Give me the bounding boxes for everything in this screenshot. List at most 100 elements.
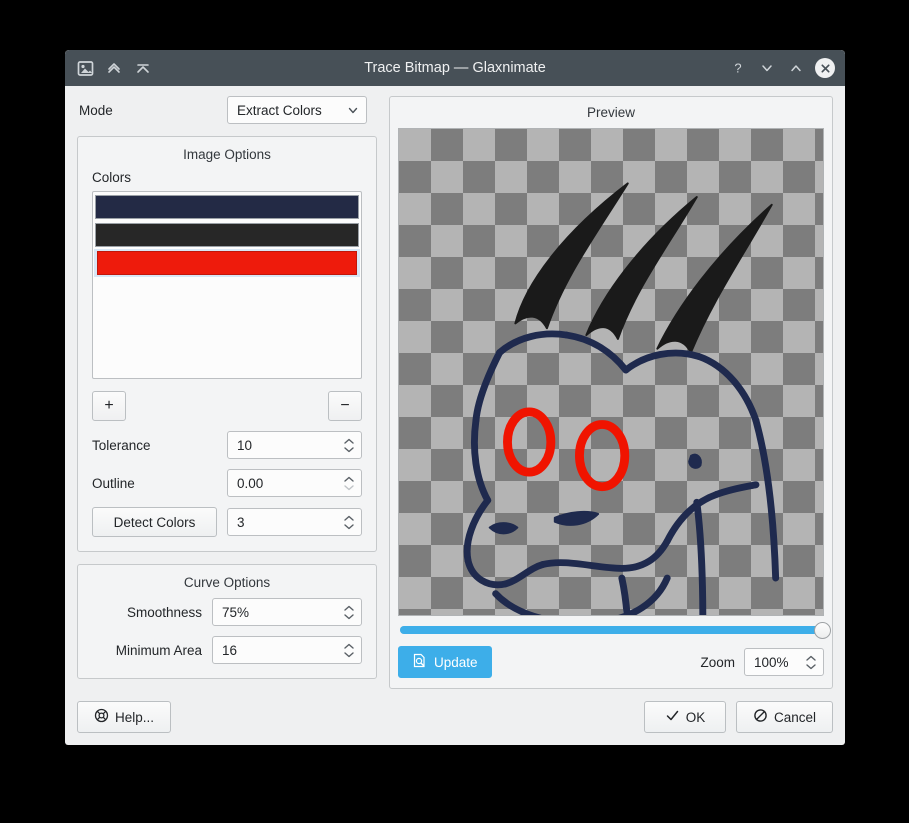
detect-colors-row: Detect Colors 3: [92, 507, 362, 537]
colors-label: Colors: [92, 170, 132, 185]
add-color-button[interactable]: +: [92, 391, 126, 421]
zoom-spinbox[interactable]: 100%: [744, 648, 824, 676]
close-x-icon[interactable]: [815, 58, 835, 78]
snout-tip: [464, 557, 509, 589]
detect-colors-spinbox[interactable]: 3: [227, 508, 362, 536]
svg-text:?: ?: [734, 61, 741, 76]
spinner-arrows-icon[interactable]: [341, 643, 357, 658]
close-button[interactable]: [813, 56, 837, 80]
progress-slider-handle[interactable]: [813, 621, 831, 639]
outline-label: Outline: [92, 475, 135, 491]
crown-mid: [622, 349, 703, 374]
detect-colors-value: 3: [237, 514, 245, 530]
neck-line-left: [618, 574, 631, 615]
cheek-scale: [688, 453, 702, 469]
dialog-body: Mode Extract Colors Image Options Colors: [65, 86, 845, 689]
mode-row: Mode Extract Colors: [77, 96, 377, 124]
outline-row: Outline 0.00: [92, 469, 362, 497]
image-options-group: Image Options Colors + − Tolerance 10 Ou…: [77, 136, 377, 552]
cheek-left: [463, 496, 492, 564]
titlebar-left-buttons: [73, 56, 155, 80]
dialog-footer: Help... OK Cancel: [65, 689, 845, 745]
outline-value: 0.00: [237, 475, 264, 491]
preview-column: Preview Update Zoom 100%: [389, 96, 833, 689]
lip-upper-left: [502, 561, 547, 588]
neck-right: [752, 417, 780, 582]
lip-upper-mid: [539, 559, 626, 572]
head-back-curve-2: [471, 417, 492, 504]
check-icon: [665, 708, 680, 726]
nostril-left: [488, 522, 519, 535]
preview-group: Preview Update Zoom 100%: [389, 96, 833, 689]
smoothness-value: 75%: [222, 604, 250, 620]
color-swatch-charcoal[interactable]: [95, 223, 359, 247]
ok-button-label: OK: [685, 709, 706, 725]
trace-bitmap-dialog: Trace Bitmap — Glaxnimate ? Mode Extract…: [65, 50, 845, 745]
eye-ring-left: [503, 407, 556, 477]
minimum-area-row: Minimum Area 16: [92, 636, 362, 664]
jaw-upper-end: [713, 481, 760, 498]
cancel-button[interactable]: Cancel: [735, 701, 833, 733]
cancel-button-label: Cancel: [773, 709, 816, 725]
spinner-arrows-icon[interactable]: [803, 655, 819, 670]
eye-ring-right: [575, 420, 630, 492]
spinner-arrows-icon[interactable]: [341, 605, 357, 620]
update-button-label: Update: [434, 654, 478, 670]
document-preview-icon: [412, 653, 427, 671]
brow-left: [496, 330, 571, 356]
ok-button[interactable]: OK: [643, 701, 726, 733]
mode-combobox-value: Extract Colors: [237, 102, 322, 118]
preview-canvas[interactable]: [398, 128, 824, 616]
list-item[interactable]: [94, 221, 360, 249]
spinner-arrows-icon[interactable]: [341, 515, 357, 530]
list-item[interactable]: [94, 249, 360, 277]
color-list-actions: + −: [92, 391, 362, 421]
remove-color-button[interactable]: −: [328, 391, 362, 421]
spinner-arrows-icon[interactable]: [341, 476, 357, 491]
progress-slider[interactable]: [400, 621, 831, 639]
neck-line-mid: [693, 498, 707, 615]
update-button[interactable]: Update: [398, 646, 492, 678]
window-titlebar[interactable]: Trace Bitmap — Glaxnimate ?: [65, 50, 845, 86]
lip-upper-right: [618, 537, 671, 572]
nostril-right: [553, 510, 600, 526]
curve-options-group: Curve Options Smoothness 75% Minimum Are…: [77, 564, 377, 679]
smoothness-row: Smoothness 75%: [92, 598, 362, 626]
progress-slider-fill: [400, 626, 822, 634]
tolerance-value: 10: [237, 437, 253, 453]
color-swatch-red[interactable]: [97, 251, 357, 275]
list-item[interactable]: [94, 193, 360, 221]
lip-lower-right: [617, 574, 671, 615]
options-column: Mode Extract Colors Image Options Colors: [77, 96, 377, 689]
help-button[interactable]: Help...: [77, 701, 172, 733]
curve-options-title: Curve Options: [183, 575, 271, 590]
zoom-group: Zoom 100%: [700, 648, 824, 676]
minimum-area-value: 16: [222, 642, 238, 658]
screen: Trace Bitmap — Glaxnimate ? Mode Extract…: [0, 0, 909, 823]
mode-label: Mode: [79, 102, 113, 118]
zoom-value: 100%: [754, 654, 789, 670]
minimize-chevron-down-icon[interactable]: [755, 56, 779, 80]
color-swatch-navy[interactable]: [95, 195, 359, 219]
preview-title: Preview: [586, 105, 635, 120]
smoothness-label: Smoothness: [126, 604, 202, 620]
smoothness-spinbox[interactable]: 75%: [212, 598, 362, 626]
tolerance-spinbox[interactable]: 10: [227, 431, 362, 459]
minimum-area-label: Minimum Area: [115, 642, 202, 658]
spinner-arrows-icon[interactable]: [341, 438, 357, 453]
head-back-curve: [472, 349, 504, 425]
detect-colors-button[interactable]: Detect Colors: [92, 507, 217, 537]
maximize-chevron-up-icon[interactable]: [784, 56, 808, 80]
crown-left: [563, 331, 630, 374]
help-question-icon[interactable]: ?: [726, 56, 750, 80]
jaw-upper: [663, 491, 720, 545]
minimum-area-spinbox[interactable]: 16: [212, 636, 362, 664]
shade-icon[interactable]: [131, 56, 155, 80]
lifebuoy-icon: [94, 708, 109, 726]
chevron-down-icon: [346, 103, 360, 117]
outline-spinbox[interactable]: 0.00: [227, 469, 362, 497]
mode-combobox[interactable]: Extract Colors: [227, 96, 367, 124]
colors-list[interactable]: [92, 191, 362, 379]
keep-above-icon[interactable]: [102, 56, 126, 80]
app-icon: [73, 56, 97, 80]
